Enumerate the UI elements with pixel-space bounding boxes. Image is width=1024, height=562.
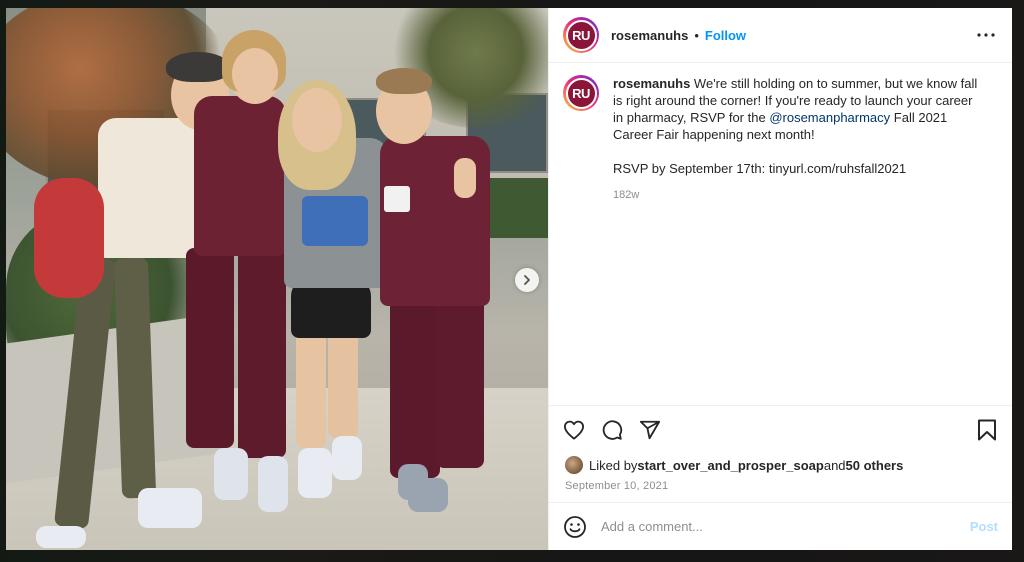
liked-by-prefix: Liked by [589, 457, 638, 473]
time-ago[interactable]: 182w [613, 189, 983, 201]
emoji-button[interactable] [563, 515, 587, 539]
liker-avatar[interactable] [565, 456, 583, 474]
post-date[interactable]: September 10, 2021 [549, 476, 1012, 502]
like-button[interactable] [561, 417, 587, 443]
post-header: RU rosemanuhs • Follow [549, 8, 1012, 63]
caption: RU rosemanuhs We're still holding on to … [563, 75, 998, 201]
avatar-initials: RU [565, 19, 597, 51]
username-link[interactable]: rosemanuhs [611, 28, 688, 43]
post-comment-button[interactable]: Post [970, 519, 998, 534]
comment-icon [602, 420, 623, 440]
bookmark-icon [978, 419, 996, 441]
post-info-panel: RU rosemanuhs • Follow RU rosemanuhs We'… [548, 8, 1012, 550]
emoji-icon [564, 515, 586, 538]
comments-section: RU rosemanuhs We're still holding on to … [549, 63, 1012, 406]
liker-username-link[interactable]: start_over_and_prosper_soap [637, 458, 823, 473]
more-options-icon [977, 33, 995, 37]
comment-input[interactable] [601, 519, 970, 534]
others-link[interactable]: 50 others [846, 458, 904, 473]
share-button[interactable] [637, 417, 663, 443]
post-modal: RU rosemanuhs • Follow RU rosemanuhs We'… [6, 8, 1012, 550]
avatar[interactable]: RU [563, 17, 599, 53]
chevron-right-icon [524, 275, 530, 285]
caption-avatar[interactable]: RU [563, 75, 599, 111]
heart-icon [564, 420, 584, 440]
follow-button[interactable]: Follow [705, 28, 746, 43]
action-bar [549, 406, 1012, 454]
add-comment-bar: Post [549, 502, 1012, 550]
mention-link[interactable]: @rosemanpharmacy [769, 110, 890, 125]
avatar-initials: RU [565, 77, 597, 109]
caption-text: rosemanuhs We're still holding on to sum… [613, 75, 983, 177]
likes-summary: Liked by start_over_and_prosper_soap and… [549, 454, 1012, 476]
caption-username-link[interactable]: rosemanuhs [613, 76, 690, 91]
more-options-button[interactable] [974, 23, 998, 47]
comment-button[interactable] [599, 417, 625, 443]
share-icon [639, 420, 661, 440]
separator-dot: • [694, 27, 699, 43]
post-photo [6, 8, 548, 550]
next-image-button[interactable] [515, 268, 539, 292]
liked-by-and: and [823, 457, 846, 473]
save-button[interactable] [974, 417, 1000, 443]
